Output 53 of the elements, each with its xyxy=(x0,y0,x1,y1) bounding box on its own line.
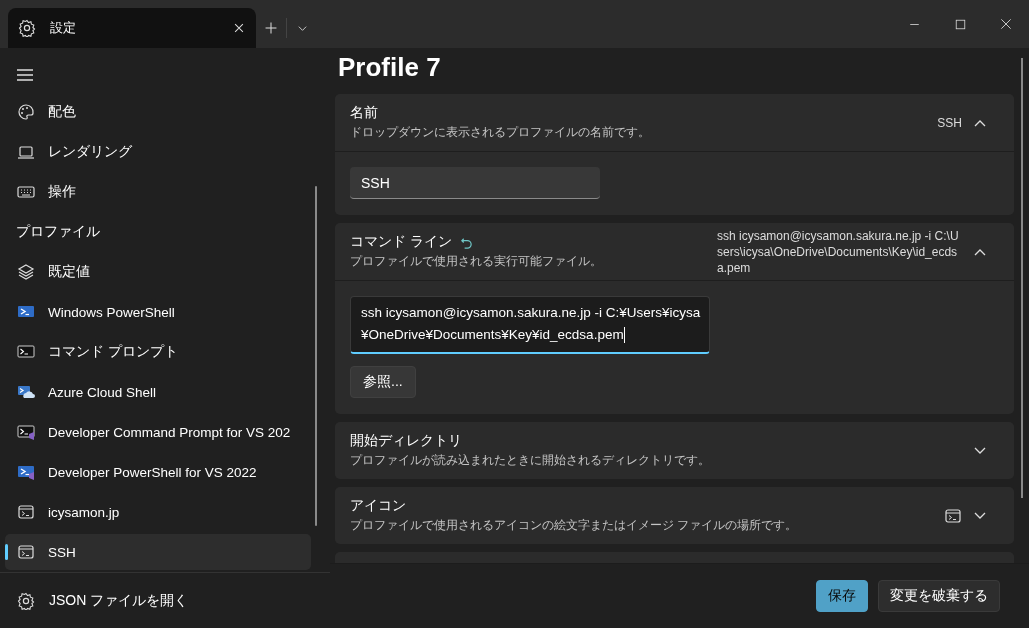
layers-icon xyxy=(17,263,35,281)
cloud-shell-icon xyxy=(17,383,35,401)
close-icon xyxy=(232,21,246,35)
chevron-down-icon[interactable] xyxy=(974,511,986,520)
setting-title: 名前 xyxy=(350,104,378,122)
plus-icon xyxy=(264,21,278,35)
sidebar-item[interactable]: コマンド プロンプト xyxy=(5,334,311,370)
menu-icon xyxy=(16,66,34,84)
setting-title: 開始ディレクトリ xyxy=(350,432,462,450)
browse-button[interactable]: 参照... xyxy=(350,366,416,398)
setting-description: プロファイルが読み込まれたときに開始されるディレクトリです。 xyxy=(350,452,711,469)
chevron-down-icon[interactable] xyxy=(974,446,986,455)
name-field[interactable]: SSH xyxy=(350,167,600,199)
terminal-icon xyxy=(17,543,35,561)
setting-description: ドロップダウンに表示されるプロファイルの名前です。 xyxy=(350,124,651,141)
page-title: Profile 7 xyxy=(337,51,442,84)
section-header: プロファイル xyxy=(15,222,101,241)
close-icon xyxy=(1000,18,1012,30)
tab-title: 設定 xyxy=(50,19,77,37)
terminal-icon xyxy=(944,506,962,525)
chevron-up-icon[interactable] xyxy=(974,247,986,256)
command-prompt-icon xyxy=(17,423,35,441)
sidebar-item[interactable]: icysamon.jp xyxy=(5,494,311,530)
maximize-icon xyxy=(954,18,966,30)
sidebar-item[interactable]: Windows PowerShell xyxy=(5,294,311,330)
palette-icon xyxy=(17,103,35,121)
save-button[interactable]: 保存 xyxy=(816,580,868,612)
chevron-up-icon[interactable] xyxy=(974,118,986,127)
settings-tab[interactable]: 設定 xyxy=(8,8,256,48)
command-prompt-icon xyxy=(17,343,35,361)
setting-description: プロファイルで使用されるアイコンの絵文字またはイメージ ファイルの場所です。 xyxy=(350,517,799,534)
sidebar-item[interactable]: Developer Command Prompt for VS 202 xyxy=(5,414,311,450)
sidebar-item[interactable]: 配色 xyxy=(5,94,311,130)
sidebar-item[interactable]: Developer PowerShell for VS 2022 xyxy=(5,454,311,490)
gear-icon xyxy=(18,19,36,37)
gear-icon xyxy=(17,591,35,610)
discard-button[interactable]: 変更を破棄する xyxy=(878,580,1000,612)
laptop-icon xyxy=(17,143,35,161)
sidebar-item[interactable]: SSH xyxy=(5,534,311,570)
setting-title: アイコン xyxy=(350,497,406,515)
setting-summary: ssh icysamon@icysamon.sakura.ne.jp -i C:\Users\icysa\OneDrive\Documents\Key\id_ecdsa.pem xyxy=(717,227,960,276)
sidebar-item[interactable]: レンダリング xyxy=(5,134,311,170)
keyboard-icon xyxy=(17,183,35,201)
powershell-icon xyxy=(17,463,35,481)
sidebar-item[interactable]: 既定値 xyxy=(5,254,311,290)
open-json-item[interactable]: JSON ファイルを開く xyxy=(0,572,330,628)
terminal-icon xyxy=(17,503,35,521)
setting-title: コマンド ライン xyxy=(350,233,452,251)
sidebar-item[interactable]: Azure Cloud Shell xyxy=(5,374,311,410)
setting-description: プロファイルで使用される実行可能ファイル。 xyxy=(350,253,603,270)
command-line-field[interactable]: ssh icysamon@icysamon.sakura.ne.jp -i C:¥Users¥icysa¥OneDrive¥Documents¥Key¥id_ecdsa.pem xyxy=(350,296,710,354)
setting-summary: SSH xyxy=(937,114,962,131)
sidebar-item[interactable]: 操作 xyxy=(5,174,311,210)
